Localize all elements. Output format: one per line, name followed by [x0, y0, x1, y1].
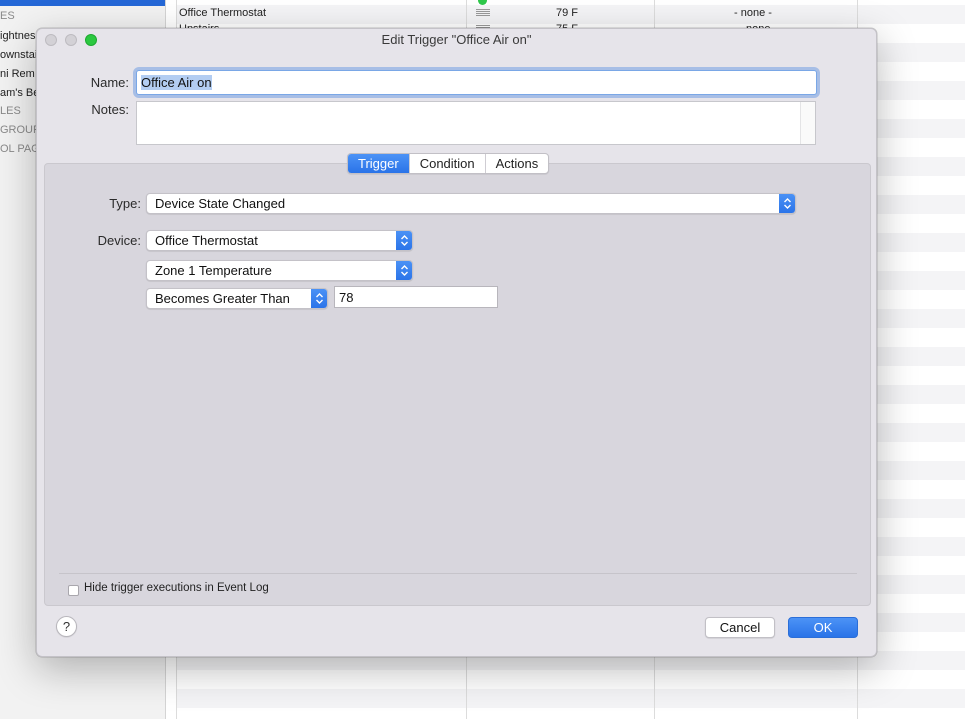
- help-button[interactable]: ?: [56, 616, 77, 637]
- dialog-title: Edit Trigger "Office Air on": [381, 32, 532, 47]
- sidebar-item[interactable]: ightness: [0, 27, 41, 46]
- comparison-popup[interactable]: Becomes Greater Than: [146, 288, 328, 309]
- cancel-button[interactable]: Cancel: [705, 617, 775, 638]
- updown-arrows-icon: [779, 194, 795, 213]
- notes-scrollbar[interactable]: [800, 102, 815, 144]
- panel-divider: [59, 573, 857, 574]
- hide-executions-label[interactable]: Hide trigger executions in Event Log: [84, 582, 269, 594]
- sidebar-category[interactable]: LES: [0, 102, 21, 121]
- device-popup-value: Office Thermostat: [155, 233, 258, 248]
- type-popup[interactable]: Device State Changed: [146, 193, 796, 214]
- sidebar-item[interactable]: ni Rem: [0, 65, 35, 84]
- device-popup[interactable]: Office Thermostat: [146, 230, 413, 251]
- tab-actions[interactable]: Actions: [484, 154, 549, 173]
- tab-trigger[interactable]: Trigger: [348, 154, 409, 173]
- device-state-popup-value: Zone 1 Temperature: [155, 263, 272, 278]
- sidebar-selected-item[interactable]: [0, 0, 165, 6]
- name-input-selected-text: Office Air on: [141, 75, 212, 90]
- comparison-popup-value: Becomes Greater Than: [155, 291, 290, 306]
- sidebar-category[interactable]: GROUP: [0, 121, 40, 140]
- tab-condition[interactable]: Condition: [408, 154, 485, 173]
- threshold-value-input[interactable]: 78: [334, 286, 498, 308]
- trigger-tabs: Trigger Condition Actions: [347, 153, 550, 174]
- sidebar-item[interactable]: am's Be: [0, 84, 39, 103]
- updown-arrows-icon: [311, 289, 327, 308]
- notes-textarea[interactable]: [136, 101, 816, 145]
- trigger-tab-panel: Type: Device State Changed Device: Offic…: [44, 163, 871, 606]
- notes-label: Notes:: [91, 102, 129, 117]
- device-state-popup[interactable]: Zone 1 Temperature: [146, 260, 413, 281]
- name-input[interactable]: Office Air on: [136, 70, 817, 95]
- sidebar-category[interactable]: ES: [0, 7, 15, 26]
- type-popup-value: Device State Changed: [155, 196, 286, 211]
- updown-arrows-icon: [396, 261, 412, 280]
- thermostat-icon: [476, 9, 490, 17]
- sidebar-item[interactable]: ownstai: [0, 46, 37, 65]
- hide-executions-checkbox[interactable]: [68, 585, 79, 596]
- updown-arrows-icon: [396, 231, 412, 250]
- type-label: Type:: [109, 196, 141, 211]
- edit-trigger-dialog: Edit Trigger "Office Air on" Name: Offic…: [36, 28, 877, 657]
- name-label: Name:: [90, 75, 129, 90]
- dialog-titlebar[interactable]: Edit Trigger "Office Air on": [37, 29, 876, 51]
- device-label: Device:: [97, 233, 141, 248]
- ok-button[interactable]: OK: [788, 617, 858, 638]
